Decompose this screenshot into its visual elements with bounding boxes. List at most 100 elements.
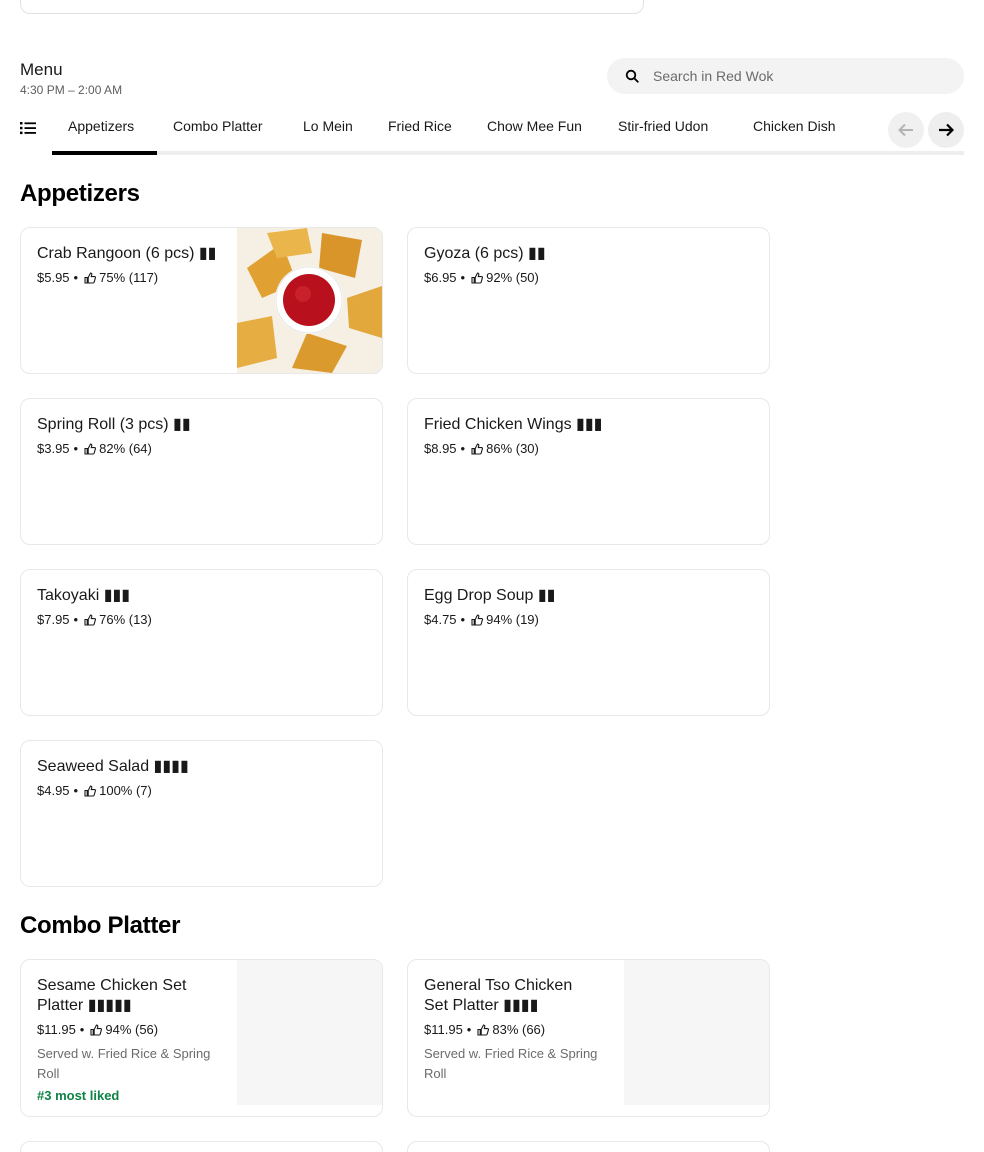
item-name: Takoyaki ▮▮▮	[37, 587, 131, 604]
item-description-line: Served w. Fried Rice & Spring	[37, 1046, 211, 1061]
thumbs-up-icon	[471, 271, 484, 284]
tab-chicken-dish[interactable]: Chicken Dish	[753, 118, 835, 134]
item-description: Served w. Fried Rice & Spring Roll	[37, 1044, 210, 1084]
item-price: $6.95	[424, 270, 457, 285]
menu-item-card[interactable]	[20, 1141, 383, 1152]
menu-item-card[interactable]: Gyoza (6 pcs) ▮▮ $6.95 • 92% (50)	[407, 227, 770, 374]
section-title-appetizers: Appetizers	[20, 180, 140, 207]
tab-active-indicator	[52, 151, 157, 155]
item-name-line: Platter ▮▮▮▮▮	[37, 997, 132, 1014]
item-meta: $8.95 • 86% (30)	[424, 441, 539, 456]
tab-combo-platter[interactable]: Combo Platter	[173, 118, 262, 134]
item-name-line: General Tso Chicken	[424, 977, 573, 994]
item-price: $3.95	[37, 441, 70, 456]
item-meta: $6.95 • 92% (50)	[424, 270, 539, 285]
item-image-placeholder	[624, 960, 769, 1105]
menu-item-card[interactable]: Sesame Chicken Set Platter ▮▮▮▮▮ $11.95 …	[20, 959, 383, 1117]
menu-header: Menu 4:30 PM – 2:00 AM	[20, 60, 122, 97]
item-name: Gyoza (6 pcs) ▮▮	[424, 245, 546, 262]
thumbs-up-icon	[477, 1023, 490, 1036]
thumbs-up-icon	[84, 784, 97, 797]
item-price: $4.95	[37, 783, 70, 798]
item-name: Seaweed Salad ▮▮▮▮	[37, 758, 189, 775]
most-liked-badge: #3 most liked	[37, 1088, 120, 1103]
item-rating: 94% (19)	[486, 612, 539, 627]
item-meta: $5.95 • 75% (117)	[37, 270, 158, 285]
top-stub	[20, 0, 644, 14]
menu-item-card[interactable]: Spring Roll (3 pcs) ▮▮ $3.95 • 82% (64)	[20, 398, 383, 545]
item-name-line: Set Platter ▮▮▮▮	[424, 997, 539, 1014]
thumbs-up-icon	[90, 1023, 103, 1036]
thumbs-up-icon	[84, 442, 97, 455]
item-description-line: Roll	[424, 1066, 447, 1081]
search-icon	[625, 69, 639, 83]
item-price: $4.75	[424, 612, 457, 627]
separator: •	[73, 441, 79, 456]
item-meta: $7.95 • 76% (13)	[37, 612, 152, 627]
separator: •	[79, 1022, 85, 1037]
item-name: General Tso Chicken Set Platter ▮▮▮▮	[424, 976, 572, 1016]
item-price: $11.95	[37, 1022, 76, 1037]
separator: •	[460, 612, 466, 627]
item-name: Egg Drop Soup ▮▮	[424, 587, 556, 604]
thumbs-up-icon	[471, 442, 484, 455]
item-description: Served w. Fried Rice & Spring Roll	[424, 1044, 597, 1084]
menu-item-card[interactable]: Crab Rangoon (6 pcs) ▮▮ $5.95 • 75% (117…	[20, 227, 383, 374]
thumbs-up-icon	[471, 613, 484, 626]
separator: •	[466, 1022, 472, 1037]
item-price: $11.95	[424, 1022, 463, 1037]
item-image-placeholder	[237, 960, 382, 1105]
menu-item-card[interactable]: Egg Drop Soup ▮▮ $4.75 • 94% (19)	[407, 569, 770, 716]
tabs-rule	[52, 151, 964, 155]
item-rating: 75% (117)	[99, 270, 159, 285]
separator: •	[73, 783, 79, 798]
tab-fried-rice[interactable]: Fried Rice	[388, 118, 452, 134]
item-rating: 83% (66)	[492, 1022, 546, 1037]
tabs-prev-button[interactable]	[888, 112, 924, 148]
menu-title: Menu	[20, 60, 63, 79]
item-rating: 82% (64)	[99, 441, 152, 456]
item-meta: $4.75 • 94% (19)	[424, 612, 539, 627]
item-name-line: Sesame Chicken Set	[37, 977, 187, 994]
category-tabs: Appetizers Combo Platter Lo Mein Fried R…	[20, 106, 964, 155]
item-description-line: Roll	[37, 1066, 60, 1081]
tab-stir-fried-udon[interactable]: Stir-fried Udon	[618, 118, 708, 134]
search-box[interactable]	[607, 58, 964, 94]
item-description-line: Served w. Fried Rice & Spring	[424, 1046, 598, 1061]
item-meta: $11.95 • 94% (56)	[37, 1022, 158, 1037]
item-name: Sesame Chicken Set Platter ▮▮▮▮▮	[37, 976, 186, 1016]
item-name: Spring Roll (3 pcs) ▮▮	[37, 416, 191, 433]
item-meta: $3.95 • 82% (64)	[37, 441, 152, 456]
menu-item-card[interactable]: Seaweed Salad ▮▮▮▮ $4.95 • 100% (7)	[20, 740, 383, 887]
thumbs-up-icon	[84, 271, 97, 284]
item-rating: 76% (13)	[99, 612, 152, 627]
tab-lo-mein[interactable]: Lo Mein	[303, 118, 353, 134]
item-price: $7.95	[37, 612, 70, 627]
item-name: Crab Rangoon (6 pcs) ▮▮	[37, 245, 217, 262]
item-name: Fried Chicken Wings ▮▮▮	[424, 416, 603, 433]
menu-item-card[interactable]	[407, 1141, 770, 1152]
item-meta: $4.95 • 100% (7)	[37, 783, 152, 798]
item-price: $8.95	[424, 441, 457, 456]
item-rating: 86% (30)	[486, 441, 539, 456]
tab-chow-mee-fun[interactable]: Chow Mee Fun	[487, 118, 582, 134]
tab-appetizers[interactable]: Appetizers	[68, 118, 134, 134]
separator: •	[73, 612, 79, 627]
arrow-left-icon	[898, 123, 913, 137]
list-icon[interactable]	[20, 121, 36, 135]
separator: •	[73, 270, 79, 285]
menu-item-card[interactable]: General Tso Chicken Set Platter ▮▮▮▮ $11…	[407, 959, 770, 1117]
separator: •	[460, 441, 466, 456]
separator: •	[460, 270, 466, 285]
item-rating: 100% (7)	[99, 783, 152, 798]
item-meta: $11.95 • 83% (66)	[424, 1022, 545, 1037]
thumbs-up-icon	[84, 613, 97, 626]
crab-rangoon-image	[237, 228, 382, 373]
menu-item-card[interactable]: Takoyaki ▮▮▮ $7.95 • 76% (13)	[20, 569, 383, 716]
section-title-combo-platter: Combo Platter	[20, 912, 181, 939]
menu-item-card[interactable]: Fried Chicken Wings ▮▮▮ $8.95 • 86% (30)	[407, 398, 770, 545]
item-rating: 94% (56)	[105, 1022, 159, 1037]
arrow-right-icon	[939, 123, 954, 137]
tabs-next-button[interactable]	[928, 112, 964, 148]
search-input[interactable]	[653, 68, 933, 84]
